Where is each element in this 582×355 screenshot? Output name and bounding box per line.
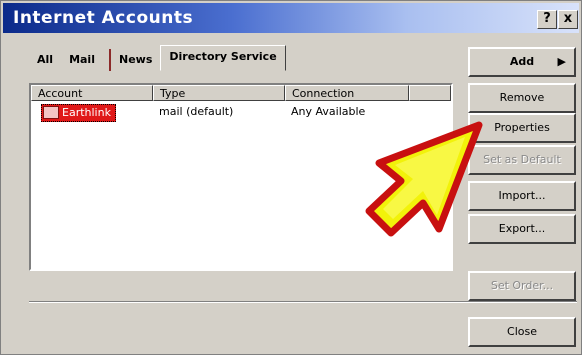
tab-directory-service[interactable]: Directory Service — [160, 45, 286, 71]
list-header: Account Type Connection — [31, 85, 451, 103]
add-button-label: Add — [509, 55, 535, 68]
triangle-right-icon: ▶ — [557, 55, 566, 68]
set-order-button[interactable]: Set Order... — [468, 271, 576, 301]
close-window-button[interactable]: x — [558, 10, 578, 29]
tab-mail[interactable]: Mail — [61, 49, 109, 71]
window-title: Internet Accounts — [13, 8, 194, 28]
column-account[interactable]: Account — [31, 85, 153, 101]
remove-button[interactable]: Remove — [468, 83, 576, 113]
tab-all[interactable]: All — [29, 49, 61, 71]
help-button[interactable]: ? — [537, 10, 557, 29]
account-connection-cell: Any Available — [291, 105, 366, 118]
tab-news[interactable]: News — [108, 49, 160, 71]
column-connection[interactable]: Connection — [285, 85, 409, 101]
column-type[interactable]: Type — [153, 85, 285, 101]
column-filler — [409, 85, 451, 101]
internet-accounts-window: Internet Accounts ? x All Mail News Dire… — [0, 0, 582, 355]
account-type-cell: mail (default) — [159, 105, 234, 118]
divider — [29, 301, 577, 303]
add-button[interactable]: Add ▶ — [468, 47, 576, 77]
big-arrow-pointer-icon — [365, 121, 483, 237]
title-bar[interactable]: Internet Accounts ? x — [3, 3, 579, 33]
close-button[interactable]: Close — [468, 317, 576, 347]
mail-account-icon — [43, 106, 59, 119]
account-type-tabs: All Mail News Directory Service — [29, 45, 286, 71]
